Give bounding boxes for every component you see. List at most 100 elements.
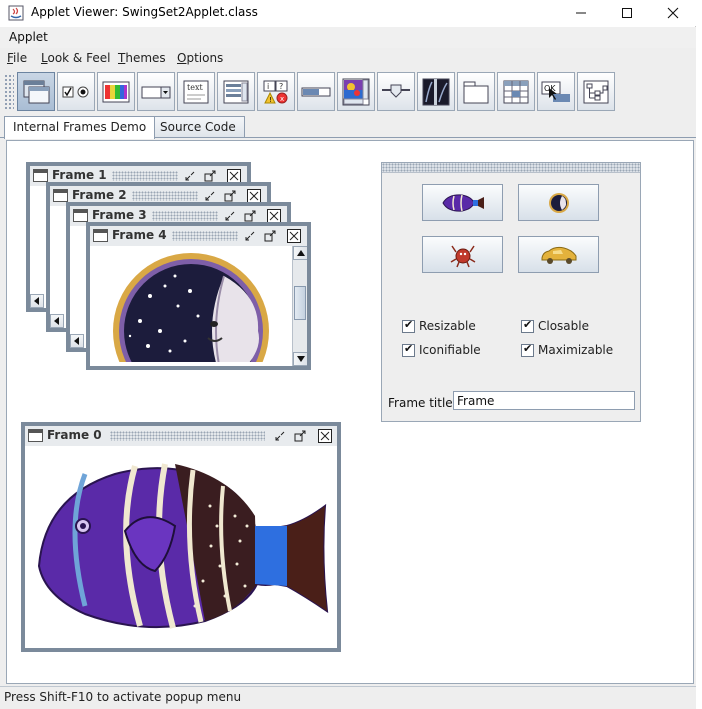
maximize-icon	[244, 210, 256, 221]
toolbar-tooltip-button[interactable]: OK	[537, 72, 575, 111]
checkbox-box[interactable]	[402, 318, 415, 333]
close-icon	[318, 428, 332, 443]
maximize-icon	[204, 170, 216, 181]
frame-2-iconify-button[interactable]	[202, 188, 218, 203]
checkbox-box[interactable]	[402, 342, 415, 357]
frame-3-maximize-button[interactable]	[242, 208, 258, 223]
toolbar-grip[interactable]	[4, 74, 14, 110]
toolbar-progress-bar-button[interactable]	[297, 72, 335, 111]
iconifiable-checkbox[interactable]: Iconifiable	[402, 342, 481, 357]
toolbar-file-chooser-button[interactable]: text	[177, 72, 215, 111]
maximizable-label: Maximizable	[538, 343, 614, 357]
frame-1-title: Frame 1	[52, 168, 107, 182]
car-icon	[541, 246, 576, 264]
resizable-label: Resizable	[419, 319, 476, 333]
checkbox-box[interactable]	[521, 342, 534, 357]
split-pane-icon	[422, 78, 450, 105]
frame-icon	[28, 429, 43, 442]
toolbar-table-button[interactable]	[497, 72, 535, 111]
frame-3-iconify-button[interactable]	[222, 208, 238, 223]
toolbar-slider-button[interactable]	[377, 72, 415, 111]
toolbar-tree-button[interactable]	[577, 72, 615, 111]
tab-source-code[interactable]: Source Code	[151, 116, 245, 138]
menu-file-rest: ile	[13, 51, 28, 65]
moon-icon	[548, 192, 569, 213]
frame-4-vertical-scrollbar[interactable]	[292, 246, 307, 366]
frame-4-iconify-button[interactable]	[242, 228, 258, 243]
closable-checkbox[interactable]: Closable	[521, 318, 589, 333]
demo-toolbar: text i ? ! x OK	[0, 70, 696, 114]
frame-4-maximize-button[interactable]	[262, 228, 278, 243]
fish-image	[37, 463, 329, 629]
titlebar-texture	[152, 211, 218, 221]
toolbar-combobox-button[interactable]	[137, 72, 175, 111]
close-icon	[287, 228, 301, 243]
toolbar-tabbed-pane-button[interactable]	[457, 72, 495, 111]
toolbar-text-glyph: text	[187, 83, 203, 92]
frame-title-input[interactable]	[453, 391, 635, 410]
minimize-button[interactable]	[558, 0, 604, 26]
frame-0-maximize-button[interactable]	[292, 428, 308, 443]
close-window-button[interactable]	[650, 0, 696, 26]
menu-look-and-feel[interactable]: Look & Feel	[41, 51, 110, 65]
scroll-left-arrow[interactable]	[70, 334, 84, 348]
menu-options[interactable]: Options	[177, 51, 223, 65]
menu-file[interactable]: File	[7, 51, 27, 65]
maximizable-checkbox[interactable]: Maximizable	[521, 342, 614, 357]
tooltip-icon: OK	[541, 81, 570, 102]
frame-4-titlebar[interactable]: Frame 4	[90, 226, 307, 246]
applet-menu[interactable]: Applet	[9, 30, 48, 44]
toolbar-scroll-pane-button[interactable]	[337, 72, 375, 111]
internal-frame-0[interactable]: Frame 0	[21, 422, 341, 652]
demo-tabs: Internal Frames Demo Source Code	[0, 116, 696, 139]
frame-4-title: Frame 4	[112, 228, 167, 242]
frame-4-close-button[interactable]	[286, 228, 302, 243]
color-chooser-icon	[102, 81, 130, 102]
maximize-button[interactable]	[604, 0, 650, 26]
create-moon-frame-button[interactable]	[518, 184, 599, 221]
resizable-checkbox[interactable]: Resizable	[402, 318, 476, 333]
internal-frame-4[interactable]: Frame 4	[86, 222, 311, 370]
scroll-left-arrow[interactable]	[50, 314, 64, 328]
svg-text:x: x	[280, 95, 284, 103]
frame-2-maximize-button[interactable]	[222, 188, 238, 203]
option-pane-icon: i ? ! x	[263, 80, 288, 104]
toolbar-option-pane-button[interactable]: i ? ! x	[257, 72, 295, 111]
menu-themes[interactable]: Themes	[118, 51, 166, 65]
menu-laf-rest: ook & Feel	[47, 51, 111, 65]
status-text: Press Shift-F10 to activate popup menu	[4, 690, 242, 704]
list-icon	[223, 80, 249, 103]
frame-1-close-button[interactable]	[226, 168, 242, 183]
frame-3-close-button[interactable]	[266, 208, 282, 223]
close-icon	[247, 188, 261, 203]
closable-label: Closable	[538, 319, 589, 333]
frame-0-close-button[interactable]	[317, 428, 333, 443]
frame-0-iconify-button[interactable]	[272, 428, 288, 443]
frame-1-iconify-button[interactable]	[182, 168, 198, 183]
toolbar-split-pane-button[interactable]	[417, 72, 455, 111]
iconifiable-label: Iconifiable	[419, 343, 481, 357]
frame-3-title: Frame 3	[92, 208, 147, 222]
frame-icon	[73, 209, 88, 222]
create-sun-frame-button[interactable]	[422, 236, 503, 273]
frame-0-titlebar[interactable]: Frame 0	[25, 426, 337, 446]
create-car-frame-button[interactable]	[518, 236, 599, 273]
scroll-down-arrow[interactable]	[293, 352, 307, 366]
toolbar-list-button[interactable]	[217, 72, 255, 111]
create-fish-frame-button[interactable]	[422, 184, 503, 221]
frame-1-maximize-button[interactable]	[202, 168, 218, 183]
scroll-up-arrow[interactable]	[293, 246, 307, 260]
status-bar: Press Shift-F10 to activate popup menu	[0, 686, 696, 709]
scroll-pane-icon	[342, 78, 370, 105]
iconify-icon	[245, 231, 255, 240]
tab-internal-frames-demo[interactable]: Internal Frames Demo	[4, 116, 156, 139]
frame-2-close-button[interactable]	[246, 188, 262, 203]
toolbar-internal-frame-button[interactable]	[17, 72, 55, 111]
buttons-icon	[62, 86, 89, 97]
scroll-thumb[interactable]	[294, 286, 306, 320]
scroll-left-arrow[interactable]	[30, 294, 44, 308]
toolbar-buttons-button[interactable]	[57, 72, 95, 111]
checkbox-box[interactable]	[521, 318, 534, 333]
combobox-icon	[141, 86, 171, 98]
toolbar-color-chooser-button[interactable]	[97, 72, 135, 111]
